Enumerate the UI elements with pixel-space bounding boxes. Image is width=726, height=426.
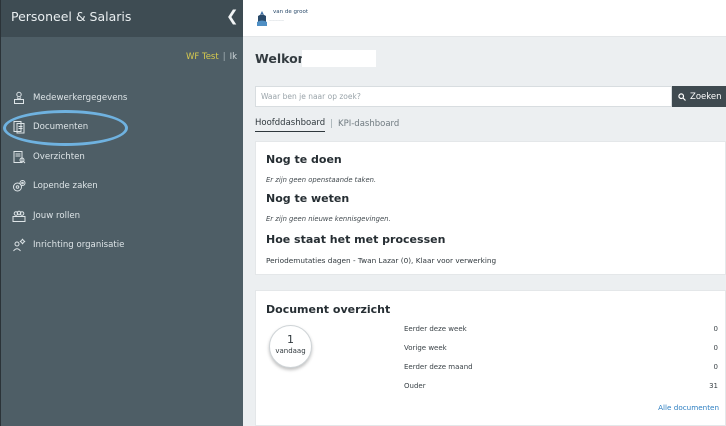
company-logo[interactable]: van de groot ————— (255, 9, 309, 27)
sidebar-item-label: Inrichting organisatie (33, 240, 125, 251)
sidebar-item-label: Documenten (33, 122, 89, 133)
user-me-link[interactable]: Ik (230, 52, 237, 62)
logo-subtext: ————— (269, 17, 284, 22)
search-icon (678, 92, 686, 101)
stat-row[interactable]: Eerder deze maand 0 (404, 363, 718, 375)
top-bar: van de groot ————— (243, 0, 726, 37)
sidebar: Personeel & Salaris ❮ WF Test | Ik Medewer… (0, 0, 244, 426)
know-note: Er zijn geen nieuwe kennisgevingen. (266, 215, 391, 223)
documents-card: Document overzicht 1 vandaag Eerder deze… (255, 290, 726, 426)
user-menu[interactable]: WF Test | Ik (186, 52, 237, 62)
documents-title: Document overzicht (266, 303, 391, 316)
all-documents-link[interactable]: Alle documenten (658, 403, 719, 412)
stat-value: 0 (713, 325, 718, 333)
chevron-left-icon[interactable]: ❮ (226, 7, 239, 25)
sidebar-item-label: Overzichten (33, 151, 85, 162)
sidebar-item-label: Lopende zaken (33, 181, 98, 192)
search-input[interactable]: Waar ben je naar op zoek? (255, 86, 672, 107)
logo-text: van de groot (273, 9, 309, 15)
today-count: 1 (287, 333, 294, 346)
tab-kpi-dashboard[interactable]: KPI-dashboard (338, 119, 399, 132)
overview-icon (12, 150, 26, 164)
sidebar-nav: Medewerkergegevens Documenten Overzichte… (1, 83, 244, 260)
search-button[interactable]: Zoeken (672, 86, 726, 107)
employee-icon (12, 91, 26, 105)
todo-card: Nog te doen Er zijn geen openstaande tak… (255, 141, 726, 275)
today-count-badge[interactable]: 1 vandaag (269, 325, 312, 368)
documents-icon (12, 120, 26, 134)
stat-value: 0 (713, 344, 718, 352)
app-title: Personeel & Salaris (11, 9, 132, 24)
dashboard-tabs: Hoofddashboard | KPI-dashboard (255, 118, 399, 132)
sidebar-item-jouw-rollen[interactable]: Jouw rollen (1, 201, 244, 231)
redacted-user-name (302, 50, 376, 67)
stat-label: Ouder (404, 382, 426, 390)
main-content: van de groot ————— Welkom Waar ben je na… (243, 0, 726, 426)
sidebar-item-label: Jouw rollen (33, 210, 81, 221)
stat-label: Vorige week (404, 344, 447, 352)
stat-row[interactable]: Eerder deze week 0 (404, 325, 718, 337)
stat-label: Eerder deze maand (404, 363, 473, 371)
sidebar-item-lopende-zaken[interactable]: Lopende zaken (1, 172, 244, 202)
sidebar-header: Personeel & Salaris ❮ (1, 0, 244, 37)
sidebar-item-overzichten[interactable]: Overzichten (1, 142, 244, 172)
tab-hoofddashboard[interactable]: Hoofddashboard (255, 118, 326, 132)
today-label: vandaag (275, 347, 306, 355)
running-cases-icon (12, 179, 26, 193)
user-name[interactable]: WF Test (186, 52, 219, 62)
stat-label: Eerder deze week (404, 325, 467, 333)
sidebar-item-documenten[interactable]: Documenten (1, 113, 244, 143)
company-logo-icon (257, 11, 267, 26)
organisation-settings-icon (12, 238, 26, 252)
tab-separator: | (330, 118, 334, 129)
todo-title: Nog te doen (266, 153, 342, 166)
search-button-label: Zoeken (690, 91, 722, 102)
process-title: Hoe staat het met processen (266, 233, 446, 246)
sidebar-item-medewerkergegevens[interactable]: Medewerkergegevens (1, 83, 244, 113)
stat-row[interactable]: Ouder 31 (404, 382, 718, 394)
todo-note: Er zijn geen openstaande taken. (266, 176, 377, 184)
sidebar-item-inrichting-organisatie[interactable]: Inrichting organisatie (1, 231, 244, 261)
stat-row[interactable]: Vorige week 0 (404, 344, 718, 356)
sidebar-item-label: Medewerkergegevens (33, 92, 128, 103)
know-title: Nog te weten (266, 192, 350, 205)
roles-icon (12, 209, 26, 223)
stat-value: 0 (713, 363, 718, 371)
user-separator: | (222, 52, 226, 62)
stat-value: 31 (709, 382, 718, 390)
process-line[interactable]: Periodemutaties dagen - Twan Lazar (0), … (266, 256, 496, 265)
